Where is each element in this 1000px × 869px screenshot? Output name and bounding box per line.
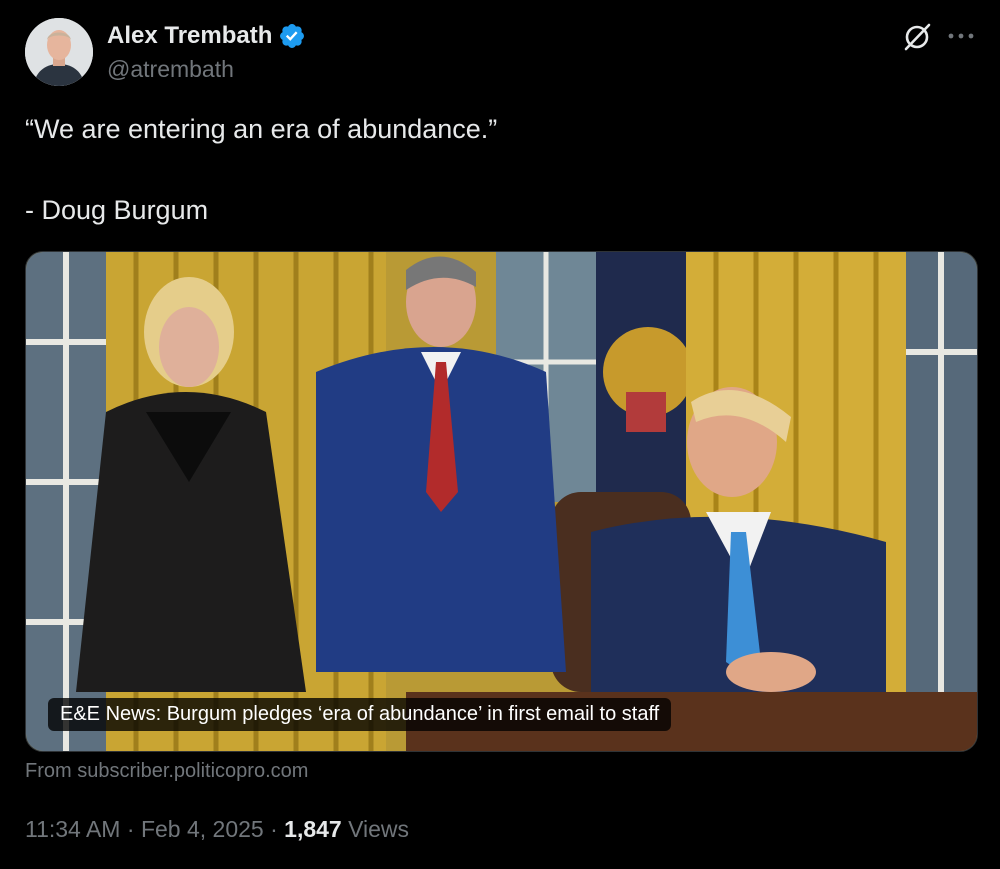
tweet-time[interactable]: 11:34 AM: [25, 816, 120, 842]
link-card[interactable]: E&E News: Burgum pledges ‘era of abundan…: [25, 251, 978, 752]
verified-badge-icon: [280, 24, 305, 48]
author-handle[interactable]: @atrembath: [107, 56, 306, 83]
views-count: 1,847: [284, 816, 342, 842]
tweet-quote: “We are entering an era of abundance.”: [25, 114, 498, 144]
tweet-attribution: - Doug Burgum: [25, 195, 209, 225]
card-caption: E&E News: Burgum pledges ‘era of abundan…: [48, 698, 672, 731]
avatar[interactable]: [25, 18, 93, 86]
meta-separator: ·: [126, 816, 135, 842]
tweet-meta: 11:34 AM · Feb 4, 2025 · 1,847 Views: [25, 816, 409, 843]
tweet-date[interactable]: Feb 4, 2025: [141, 816, 264, 842]
card-photo: [26, 252, 977, 751]
views-label: Views: [348, 816, 410, 842]
author-block[interactable]: Alex Trembath @atrembath: [107, 20, 306, 83]
card-source[interactable]: From subscriber.politicopro.com: [25, 760, 308, 783]
meta-separator-2: ·: [270, 816, 278, 842]
author-name[interactable]: Alex Trembath: [107, 22, 272, 50]
more-icon[interactable]: [946, 30, 976, 42]
grok-icon[interactable]: [902, 22, 932, 52]
